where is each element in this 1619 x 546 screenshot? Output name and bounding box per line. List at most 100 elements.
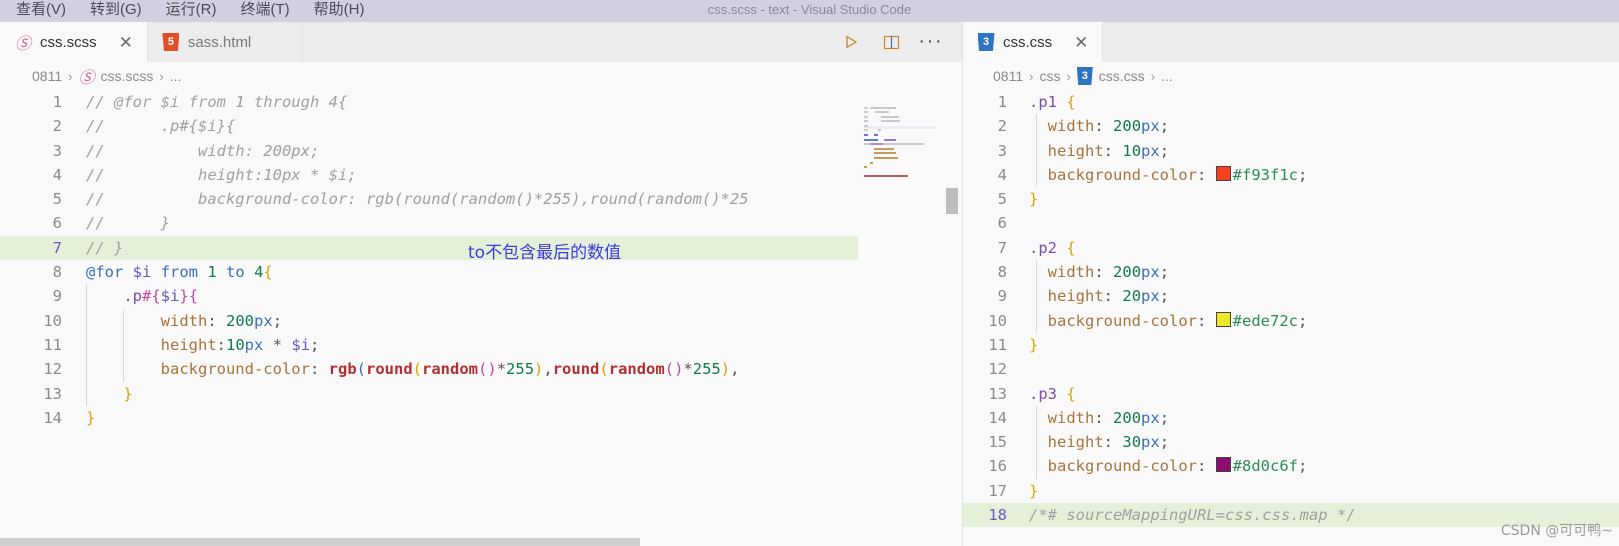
code-line[interactable]: 9 .p#{$i}{ — [0, 284, 962, 309]
tab-sass-html[interactable]: 5 sass.html ✕ — [147, 22, 303, 62]
code-line[interactable]: 11 height:10px * $i; — [0, 332, 962, 358]
tab-css-css[interactable]: 3 css.css ✕ — [963, 22, 1104, 62]
line-number: 6 — [997, 214, 1007, 233]
close-icon[interactable]: ✕ — [119, 34, 133, 51]
sass-icon: Ⓢ — [78, 68, 95, 87]
breadcrumb-item-file[interactable]: css.scss — [100, 68, 153, 84]
line-content: width: 200px; — [160, 311, 283, 330]
code-line[interactable]: 10 width: 200px; — [0, 308, 962, 333]
line-number: 9 — [997, 287, 1007, 306]
close-icon[interactable]: ✕ — [1074, 34, 1088, 51]
code-line[interactable]: 5 } — [963, 187, 1619, 211]
css3-icon: 3 — [977, 33, 995, 51]
code-line[interactable]: 3 height: 10px; — [963, 138, 1619, 163]
line-number: 7 — [52, 238, 62, 257]
code-line[interactable]: 8 width: 200px; — [963, 260, 1619, 285]
breadcrumb-item-symbols[interactable]: ... — [170, 68, 182, 84]
line-number: 12 — [43, 360, 62, 379]
line-content: // height:10px * $i; — [86, 165, 357, 184]
chevron-right-icon: › — [1029, 68, 1034, 84]
scrollbar-thumb[interactable] — [0, 538, 640, 546]
code-line[interactable]: 4 background-color: #f93f1c; — [963, 162, 1619, 188]
code-line[interactable]: 17 } — [963, 479, 1619, 503]
tab-label: sass.html — [187, 33, 252, 51]
code-line[interactable]: 6 — [963, 211, 1619, 235]
watermark: CSDN @可可鸭~ — [1500, 523, 1613, 539]
code-line[interactable]: 14 width: 200px; — [963, 405, 1619, 431]
line-number: 11 — [988, 335, 1007, 354]
horizontal-scrollbar-left[interactable] — [0, 538, 864, 546]
more-actions-icon[interactable]: ··· — [919, 31, 942, 53]
scrollbar-thumb[interactable] — [946, 188, 958, 214]
code-line[interactable]: 15 height: 30px; — [963, 430, 1619, 455]
line-content: background-color: #f93f1c; — [1047, 165, 1308, 184]
code-line[interactable]: 7 .p2 { — [963, 236, 1619, 260]
line-content: width: 200px; — [1047, 263, 1170, 282]
line-number: 5 — [997, 190, 1007, 209]
line-content: // @for $i from 1 through 4{ — [86, 93, 348, 111]
breadcrumb-item-symbols[interactable]: ... — [1161, 68, 1173, 84]
run-icon[interactable] — [840, 31, 862, 53]
code-line[interactable]: 12 — [963, 357, 1619, 381]
close-icon[interactable]: ✕ — [273, 34, 287, 51]
code-line[interactable]: 3 // width: 200px; — [0, 139, 962, 163]
annotation-text: to不包含最后的数值 — [468, 243, 622, 263]
line-content: /*# sourceMappingURL=css.css.map */ — [1029, 506, 1356, 525]
line-content: width: 200px; — [1047, 408, 1170, 427]
menu-item-goto[interactable]: 转到(G) — [78, 0, 154, 20]
chevron-right-icon: › — [159, 68, 164, 84]
code-line[interactable]: 14 } — [0, 406, 962, 430]
line-content: } — [123, 384, 133, 403]
line-number: 6 — [52, 214, 62, 233]
line-number: 16 — [988, 457, 1007, 476]
code-line[interactable]: 16 background-color: #8d0c6f; — [963, 454, 1619, 479]
line-content: } — [86, 408, 96, 427]
line-number: 8 — [997, 263, 1007, 282]
code-line[interactable]: 2 // .p#{$i}{ — [0, 114, 962, 138]
title-bar: 查看(V) 转到(G) 运行(R) 终端(T) 帮助(H) css.scss -… — [0, 0, 1619, 22]
line-content: } — [1029, 335, 1039, 354]
code-line[interactable]: 12 background-color: rgb(round(random()*… — [0, 357, 962, 382]
minimap[interactable] — [858, 90, 940, 546]
line-content: .p1 { — [1029, 93, 1076, 111]
menu-item-run[interactable]: 运行(R) — [154, 0, 229, 20]
menu-bar: 查看(V) 转到(G) 运行(R) 终端(T) 帮助(H) — [0, 0, 376, 22]
vertical-scrollbar-left[interactable] — [940, 90, 962, 546]
menu-item-terminal[interactable]: 终端(T) — [229, 0, 302, 20]
code-line[interactable]: 4 // height:10px * $i; — [0, 163, 962, 187]
tab-css-scss[interactable]: Ⓢ css.scss ✕ — [0, 22, 148, 62]
css3-icon: 3 — [1076, 67, 1093, 85]
code-line[interactable]: 11 } — [963, 333, 1619, 357]
line-content: .p2 { — [1029, 238, 1076, 257]
breadcrumb-item-folder[interactable]: 0811 — [993, 68, 1023, 84]
line-number: 2 — [52, 117, 62, 136]
code-line[interactable]: 9 height: 20px; — [963, 284, 1619, 309]
chevron-right-icon: › — [1150, 68, 1156, 84]
line-number: 3 — [52, 141, 62, 160]
line-number: 4 — [52, 165, 62, 184]
code-editor-left[interactable]: 1 // @for $i from 1 through 4{ 2 // .p#{… — [0, 90, 962, 546]
line-number: 17 — [988, 481, 1007, 500]
line-content: // .p#{$i}{ — [86, 117, 236, 136]
menu-item-view[interactable]: 查看(V) — [4, 0, 78, 20]
code-line[interactable]: 1 .p1 { — [963, 90, 1619, 114]
breadcrumb-item-file[interactable]: css.css — [1099, 68, 1145, 84]
menu-item-help[interactable]: 帮助(H) — [302, 0, 377, 20]
line-content: @for $i from 1 to 4{ — [86, 263, 273, 282]
code-line[interactable]: 13 } — [0, 381, 962, 406]
breadcrumb-item-folder[interactable]: 0811 — [32, 68, 62, 84]
code-line[interactable]: 8 @for $i from 1 to 4{ — [0, 260, 962, 284]
line-number: 13 — [43, 384, 62, 403]
code-line[interactable]: 2 width: 200px; — [963, 114, 1619, 139]
code-line[interactable]: 5 // background-color: rgb(round(random(… — [0, 187, 962, 211]
code-line[interactable]: 10 background-color: #ede72c; — [963, 308, 1619, 333]
code-line[interactable]: 1 // @for $i from 1 through 4{ — [0, 90, 962, 114]
line-number: 2 — [997, 117, 1007, 136]
code-line[interactable]: 13 .p3 { — [963, 382, 1619, 406]
code-line[interactable]: 6 // } — [0, 211, 962, 235]
html5-icon: 5 — [162, 33, 180, 51]
breadcrumb-item-subfolder[interactable]: css — [1039, 68, 1060, 84]
code-editor-right[interactable]: 1 .p1 { 2 width: 200px; 3 height: 10px; … — [963, 90, 1619, 546]
split-editor-icon[interactable] — [880, 31, 902, 53]
chevron-right-icon: › — [1066, 68, 1071, 84]
